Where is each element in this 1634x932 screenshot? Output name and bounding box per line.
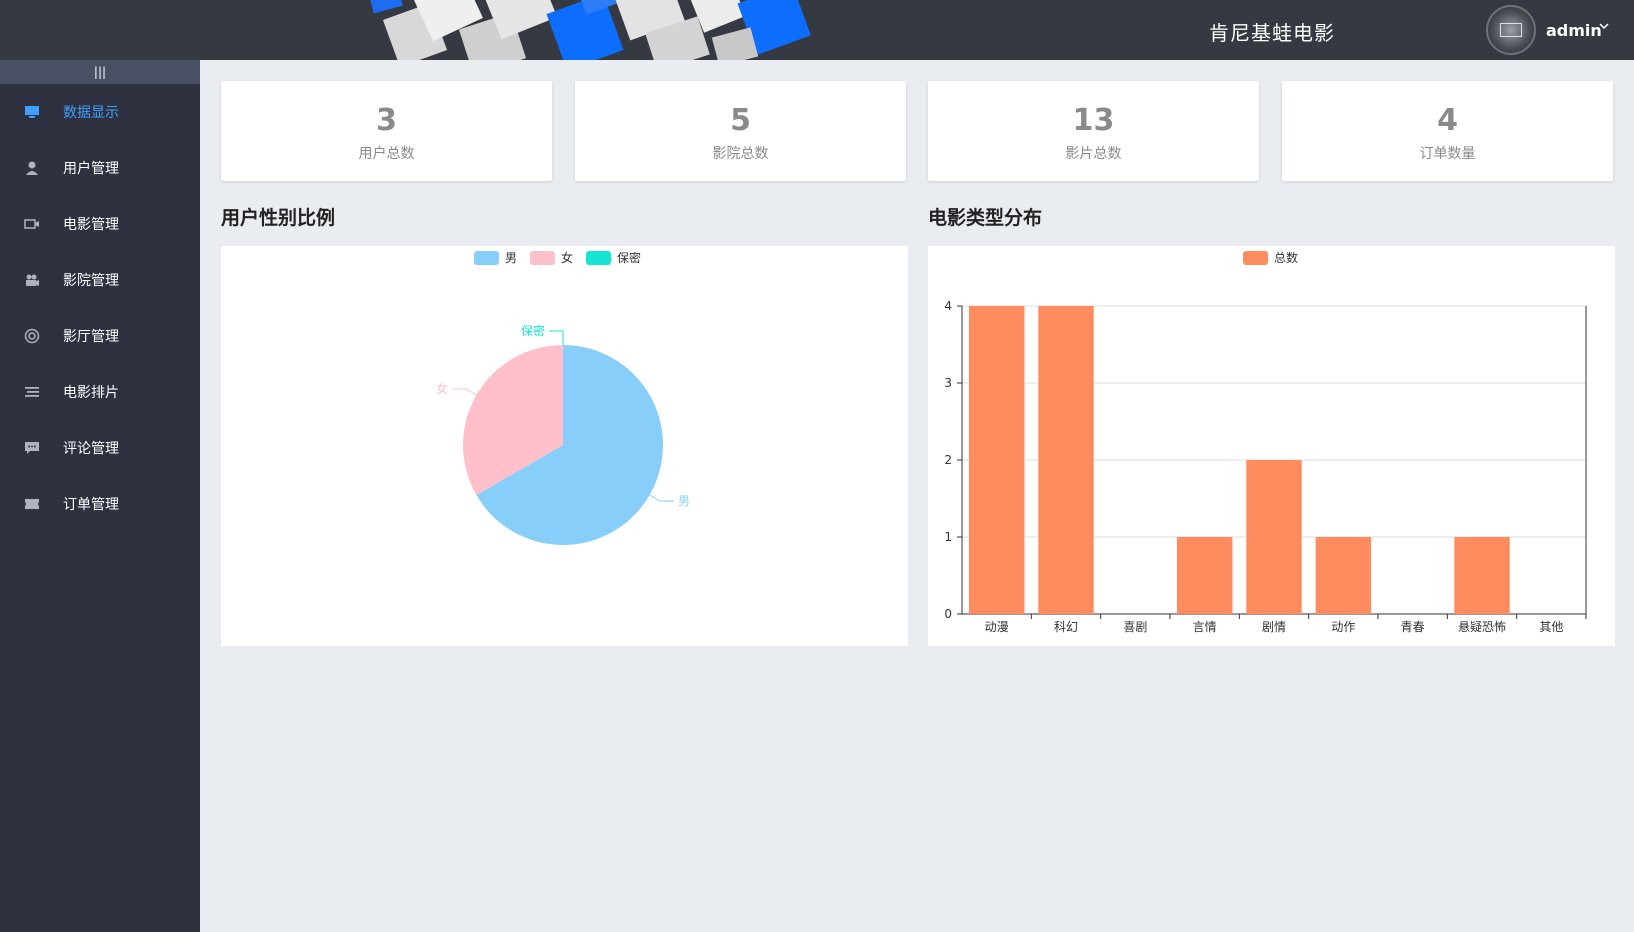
y-tick-label: 3 <box>944 376 952 390</box>
list-icon <box>24 384 40 400</box>
ring-icon <box>24 328 40 344</box>
header-cubes-banner <box>367 0 811 60</box>
stat-label: 订单数量 <box>1419 146 1476 162</box>
stat-value: 4 <box>1437 103 1458 138</box>
sidebar-item-label: 评论管理 <box>63 441 119 457</box>
legend-label[interactable]: 总数 <box>1274 250 1298 265</box>
y-tick-label: 0 <box>944 607 952 621</box>
sidebar-item-data-display[interactable]: 数据显示 <box>0 84 200 140</box>
sidebar-item-cinemas[interactable]: 影院管理 <box>0 252 200 308</box>
bar[interactable] <box>1038 306 1094 614</box>
x-tick-label: 喜剧 <box>1123 620 1147 634</box>
pie-label: 女 <box>436 381 448 396</box>
ticket-icon <box>24 496 40 512</box>
pie-label-line <box>549 330 564 345</box>
stat-card-orders: 4 订单数量 <box>1282 81 1613 181</box>
x-tick-label: 青春 <box>1401 620 1425 634</box>
x-tick-label: 言情 <box>1193 620 1217 634</box>
pie-label-line <box>452 388 477 396</box>
x-tick-label: 动漫 <box>985 620 1009 634</box>
monitor-icon <box>24 104 40 120</box>
collapse-toggle[interactable]: ||| <box>0 60 200 84</box>
pie-label: 男 <box>678 494 690 508</box>
video-camera-icon <box>24 216 40 232</box>
sidebar-item-movies[interactable]: 电影管理 <box>0 196 200 252</box>
sidebar-item-label: 影院管理 <box>63 273 119 289</box>
legend-label[interactable]: 女 <box>561 250 573 265</box>
stat-value: 5 <box>730 103 751 138</box>
x-tick-label: 动作 <box>1331 620 1355 634</box>
username-label[interactable]: admin <box>1546 21 1602 40</box>
stat-value: 3 <box>376 103 397 138</box>
stat-card-cinemas: 5 影院总数 <box>575 81 906 181</box>
legend-swatch[interactable] <box>530 251 555 265</box>
genre-bar-chart: 总数 0 1 2 3 4 动漫 科幻 喜剧 言情 剧情 动作 青春 悬疑恐怖 其他 <box>944 250 1587 634</box>
genre-chart-title: 电影类型分布 <box>928 207 1043 229</box>
stat-value: 13 <box>1072 103 1115 138</box>
projector-icon <box>24 272 40 288</box>
sidebar-item-label: 数据显示 <box>63 105 119 121</box>
stat-label: 影片总数 <box>1065 146 1122 162</box>
sidebar-item-label: 用户管理 <box>63 161 119 177</box>
y-tick-label: 4 <box>944 299 952 313</box>
sidebar-item-comments[interactable]: 评论管理 <box>0 420 200 476</box>
sidebar-item-halls[interactable]: 影厅管理 <box>0 308 200 364</box>
legend-swatch[interactable] <box>1243 251 1268 265</box>
legend-swatch[interactable] <box>586 251 611 265</box>
pie-label: 保密 <box>521 323 545 338</box>
genre-bar-panel: 总数 0 1 2 3 4 动漫 科幻 喜剧 言情 剧情 动作 青春 悬疑恐怖 其他 <box>928 246 1615 646</box>
bar[interactable] <box>1454 537 1510 614</box>
stat-card-users: 3 用户总数 <box>221 81 552 181</box>
bar[interactable] <box>1176 537 1233 614</box>
sidebar-item-label: 订单管理 <box>63 497 119 513</box>
sidebar-item-label: 电影管理 <box>63 217 119 233</box>
sidebar-item-schedule[interactable]: 电影排片 <box>0 364 200 420</box>
legend-swatch[interactable] <box>474 251 499 265</box>
bar[interactable] <box>968 306 1025 614</box>
legend-label[interactable]: 男 <box>505 251 517 265</box>
chevron-down-icon[interactable] <box>1598 20 1610 36</box>
avatar-emblem <box>1500 23 1522 37</box>
stat-label: 影院总数 <box>712 146 769 162</box>
stat-card-movies: 13 影片总数 <box>928 81 1259 181</box>
top-header: 肯尼基蛙电影 admin <box>0 0 1634 60</box>
gender-pie-chart: 男女保密男女保密 <box>436 250 690 545</box>
legend-label[interactable]: 保密 <box>617 250 641 265</box>
x-tick-label: 其他 <box>1539 620 1563 634</box>
gender-pie-panel: 男女保密男女保密 <box>221 246 908 646</box>
sidebar: ||| 数据显示 用户管理 电影管理 影院管理 影厅管理 电影排片 评论管理 订… <box>0 60 200 932</box>
avatar[interactable] <box>1486 5 1536 55</box>
x-tick-label: 科幻 <box>1054 620 1078 634</box>
sidebar-item-orders[interactable]: 订单管理 <box>0 476 200 532</box>
comment-icon <box>24 440 40 456</box>
x-tick-label: 剧情 <box>1262 620 1286 634</box>
bar[interactable] <box>1246 460 1302 614</box>
user-icon <box>24 160 40 176</box>
gender-chart-title: 用户性别比例 <box>221 207 336 229</box>
site-title: 肯尼基蛙电影 <box>1209 21 1335 45</box>
x-tick-label: 悬疑恐怖 <box>1458 619 1506 634</box>
stat-label: 用户总数 <box>358 146 415 162</box>
pie-label-line <box>649 494 674 502</box>
y-tick-label: 1 <box>944 530 952 544</box>
sidebar-item-users[interactable]: 用户管理 <box>0 140 200 196</box>
sidebar-item-label: 电影排片 <box>63 385 119 401</box>
sidebar-item-label: 影厅管理 <box>63 329 119 345</box>
y-tick-label: 2 <box>944 453 952 467</box>
bar[interactable] <box>1315 537 1372 614</box>
